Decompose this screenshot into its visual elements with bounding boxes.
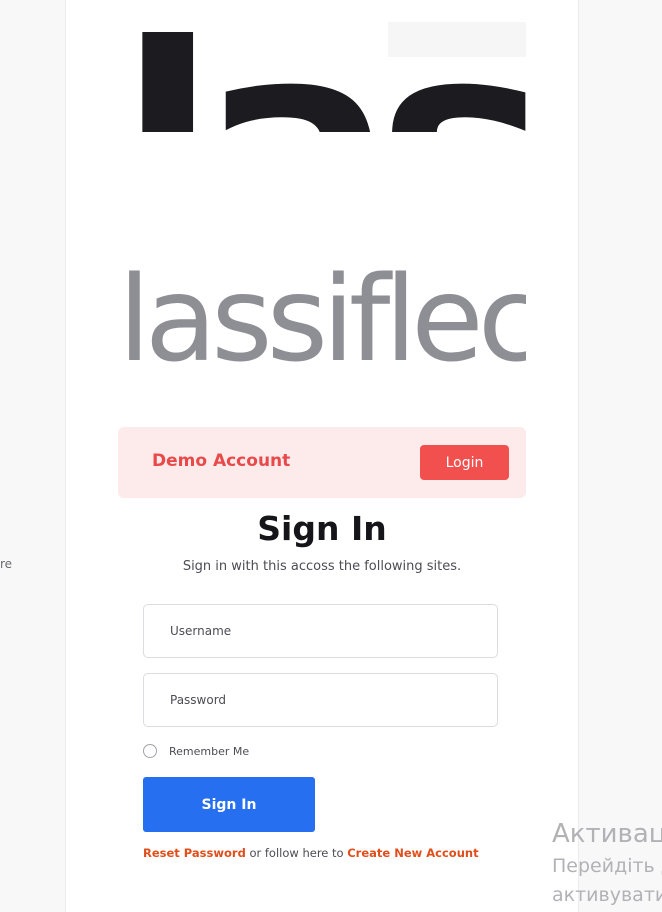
account-links: Reset Password or follow here to Create …	[143, 846, 479, 860]
demo-account-label: Demo Account	[152, 451, 291, 471]
username-input[interactable]	[144, 605, 497, 657]
page-subtitle: Sign in with this accoss the following s…	[182, 559, 462, 574]
password-input[interactable]	[144, 674, 497, 726]
remember-me-radio[interactable]	[143, 744, 157, 758]
remember-me[interactable]: Remember Me	[143, 743, 249, 759]
demo-account-bar: Demo Account Login	[118, 427, 526, 498]
reset-password-link[interactable]: Reset Password	[143, 846, 246, 860]
activation-title: Активац	[552, 819, 662, 849]
remember-me-label: Remember Me	[169, 744, 250, 758]
username-field-wrapper	[143, 604, 498, 658]
page-title: Sign In	[257, 509, 387, 548]
password-field-wrapper	[143, 673, 498, 727]
logo-primary-text: lass	[118, 0, 526, 315]
demo-login-button[interactable]: Login	[420, 445, 509, 480]
windows-activation-watermark: Активац Перейдіть д активувати	[552, 816, 662, 910]
logo-secondary-text: lassiflec	[118, 250, 526, 388]
site-logo: lass lassiflec	[118, 0, 526, 400]
follow-text: or follow here to	[249, 846, 344, 860]
activation-line-2: Перейдіть д	[552, 855, 662, 877]
sign-in-button[interactable]: Sign In	[143, 777, 315, 832]
create-account-link[interactable]: Create New Account	[347, 846, 478, 860]
left-edge-text: re	[0, 557, 13, 571]
activation-line-3: активувати	[552, 884, 662, 906]
